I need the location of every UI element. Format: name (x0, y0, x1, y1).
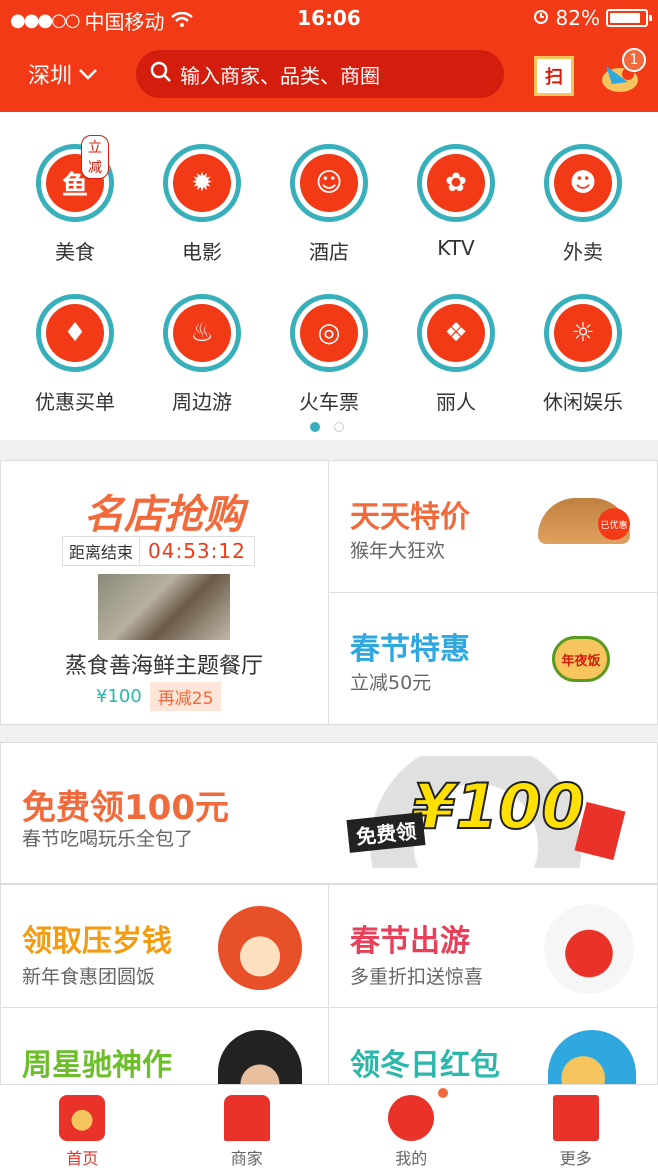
category-pay[interactable]: ♦ 优惠买单 (20, 294, 130, 415)
countdown: 距离结束 04:53:12 (62, 536, 255, 566)
city-label: 深圳 (28, 64, 73, 89)
nav-label: 更多 (559, 1149, 592, 1168)
nav-home[interactable]: 首页 (0, 1085, 165, 1170)
category-label: 美食 (55, 240, 95, 264)
message-count-badge: 1 (622, 48, 646, 72)
category-nearby-travel[interactable]: ♨ 周边游 (147, 294, 257, 415)
year-pot-icon: ♨ (163, 294, 241, 372)
nav-more[interactable]: 更多 (494, 1085, 658, 1170)
tile-title: 周星驰神作 (22, 1048, 172, 1083)
fortune-god-icon: ☼ (544, 294, 622, 372)
price-row: ¥100 再减25 (96, 682, 222, 711)
category-leisure[interactable]: ☼ 休闲娱乐 (528, 294, 638, 415)
nav-merchants[interactable]: 商家 (165, 1085, 330, 1170)
banner-subtitle: 春节吃喝玩乐全包了 (22, 828, 194, 850)
reunion-dinner-icon: 年夜饭 (552, 636, 610, 682)
category-tag: 立减 (81, 135, 109, 179)
category-label: 电影 (182, 240, 222, 264)
chevron-down-icon (78, 62, 98, 87)
tile-title: 领冬日红包 (350, 1048, 500, 1083)
seafood-image (98, 574, 230, 640)
firecracker-icon: ✹ (163, 144, 241, 222)
alarm-icon (532, 6, 550, 30)
search-icon (150, 61, 172, 88)
category-label: 休闲娱乐 (543, 390, 623, 414)
money-bag-icon (544, 904, 634, 994)
price: ¥100 (96, 686, 142, 707)
knot-icon: ✿ (417, 144, 495, 222)
nav-mine[interactable]: 我的 (329, 1085, 494, 1170)
girl-avatar-icon (218, 906, 302, 990)
status-bar: ●●●○○ 中国移动 16:06 82% (0, 0, 658, 36)
shop-icon (223, 1095, 270, 1141)
category-grid: 鱼立减 美食 ✹ 电影 ☺ 酒店 ✿ KTV ☻ 外卖 ♦ 优惠买单 ♨ 周边游… (0, 112, 658, 440)
tile-subtitle: 新年食惠团圆饭 (22, 966, 156, 988)
lantern-icon: ◎ (290, 294, 368, 372)
nav-label: 商家 (230, 1149, 263, 1168)
deal-subtitle: 立减50元 (350, 672, 432, 694)
category-label: 周边游 (172, 390, 232, 414)
battery-percent: 82% (555, 6, 600, 30)
banner-big-text: ¥100 (411, 769, 586, 844)
search-input[interactable]: 输入商家、品类、商圈 (136, 50, 504, 98)
category-movie[interactable]: ✹ 电影 (147, 144, 257, 265)
category-beauty[interactable]: ❖ 丽人 (401, 294, 511, 415)
page-indicator (310, 422, 344, 432)
category-label: 外卖 (563, 240, 603, 264)
category-label: 火车票 (299, 390, 359, 414)
monkey-icon: ☻ (544, 144, 622, 222)
category-label: 酒店 (309, 240, 349, 264)
lion-home-icon (59, 1095, 106, 1141)
category-ktv[interactable]: ✿ KTV (401, 144, 511, 260)
tile-subtitle: 多重折扣送惊喜 (350, 966, 484, 988)
nav-label: 首页 (66, 1149, 99, 1168)
discount-badge: 已优惠 (598, 508, 630, 540)
page-dot (334, 422, 344, 432)
face-icon: ☺ (290, 144, 368, 222)
discount-tag: 再减25 (149, 682, 222, 711)
countdown-label: 距离结束 (63, 537, 141, 565)
city-selector[interactable]: 深圳 (28, 58, 98, 90)
lion-icon: ❖ (417, 294, 495, 372)
page-dot-active (310, 422, 320, 432)
category-food[interactable]: 鱼立减 美食 (20, 135, 130, 265)
category-label: KTV (437, 236, 475, 260)
banner-title: 免费领100元 (22, 788, 229, 828)
category-label: 优惠买单 (35, 390, 115, 414)
deal-title: 春节特惠 (350, 632, 470, 667)
shop-name: 蒸食善海鲜主题餐厅 (64, 654, 263, 679)
bottom-nav: 首页 商家 我的 更多 (0, 1084, 658, 1170)
deal-subtitle: 猴年大狂欢 (350, 540, 446, 562)
scan-button[interactable]: 扫 (534, 56, 574, 96)
nav-label: 我的 (395, 1149, 428, 1168)
category-hotel[interactable]: ☺ 酒店 (274, 144, 384, 265)
tiger-face-icon (388, 1095, 435, 1141)
countdown-time: 04:53:12 (148, 539, 246, 563)
category-label: 丽人 (436, 390, 476, 414)
clothes-icon: ♦ (36, 294, 114, 372)
calendar-icon (552, 1095, 599, 1141)
notification-dot (438, 1088, 448, 1098)
tile-title: 领取压岁钱 (22, 924, 172, 959)
battery-icon (606, 9, 652, 27)
tile-title: 春节出游 (350, 924, 470, 959)
deal-title: 天天特价 (350, 500, 470, 535)
search-placeholder: 输入商家、品类、商圈 (180, 63, 380, 88)
fish-icon: 鱼立减 (36, 135, 114, 222)
flash-sale-title: 名店抢购 (84, 492, 244, 538)
category-takeout[interactable]: ☻ 外卖 (528, 144, 638, 265)
category-train[interactable]: ◎ 火车票 (274, 294, 384, 415)
top-header: ●●●○○ 中国移动 16:06 82% 深圳 输入商家、品类、商圈 扫 1 (0, 0, 658, 112)
